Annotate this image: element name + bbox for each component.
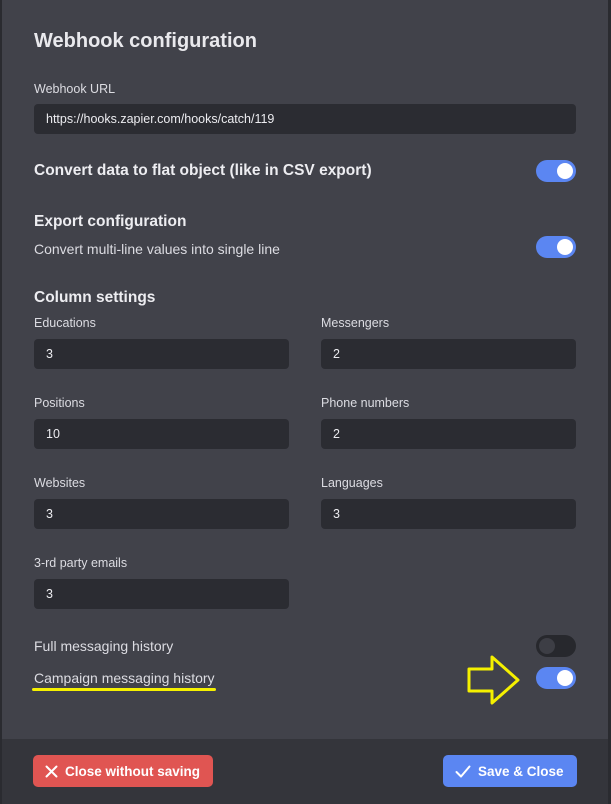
phone-numbers-input[interactable]: 2 bbox=[321, 419, 576, 449]
dialog-title: Webhook configuration bbox=[34, 30, 257, 52]
multiline-toggle[interactable] bbox=[536, 236, 576, 258]
dialog-footer: Close without saving Save & Close bbox=[2, 739, 608, 804]
third-party-emails-input[interactable]: 3 bbox=[34, 579, 289, 609]
save-and-close-button[interactable]: Save & Close bbox=[443, 755, 577, 787]
close-without-saving-button[interactable]: Close without saving bbox=[33, 755, 213, 787]
save-button-label: Save & Close bbox=[478, 763, 564, 779]
arrow-right-icon bbox=[467, 655, 520, 705]
check-icon bbox=[455, 765, 471, 778]
messengers-label: Messengers bbox=[321, 316, 390, 330]
educations-input[interactable]: 3 bbox=[34, 339, 289, 369]
messengers-input[interactable]: 2 bbox=[321, 339, 576, 369]
websites-label: Websites bbox=[34, 476, 86, 490]
flat-object-label: Convert data to flat object (like in CSV… bbox=[34, 162, 372, 179]
websites-input[interactable]: 3 bbox=[34, 499, 289, 529]
webhook-config-dialog: Webhook configuration Webhook URL https:… bbox=[2, 0, 608, 804]
toggle-knob bbox=[557, 163, 573, 179]
toggle-knob bbox=[557, 670, 573, 686]
toggle-knob bbox=[539, 638, 555, 654]
webhook-url-input[interactable]: https://hooks.zapier.com/hooks/catch/119 bbox=[34, 104, 576, 134]
toggle-knob bbox=[557, 239, 573, 255]
multiline-label: Convert multi-line values into single li… bbox=[34, 241, 280, 257]
languages-input[interactable]: 3 bbox=[321, 499, 576, 529]
campaign-history-label: Campaign messaging history bbox=[34, 670, 215, 686]
close-icon bbox=[45, 765, 58, 778]
phone-numbers-label: Phone numbers bbox=[321, 396, 410, 410]
export-config-heading: Export configuration bbox=[34, 213, 187, 230]
third-party-emails-label: 3-rd party emails bbox=[34, 556, 128, 570]
flat-object-toggle[interactable] bbox=[536, 160, 576, 182]
webhook-url-label: Webhook URL bbox=[34, 82, 116, 96]
close-button-label: Close without saving bbox=[65, 763, 201, 779]
column-settings-heading: Column settings bbox=[34, 289, 156, 306]
campaign-history-toggle[interactable] bbox=[536, 667, 576, 689]
full-history-toggle[interactable] bbox=[536, 635, 576, 657]
positions-input[interactable]: 10 bbox=[34, 419, 289, 449]
languages-label: Languages bbox=[321, 476, 383, 490]
full-history-label: Full messaging history bbox=[34, 638, 174, 654]
educations-label: Educations bbox=[34, 316, 96, 330]
annotation-underline bbox=[32, 688, 216, 691]
positions-label: Positions bbox=[34, 396, 85, 410]
